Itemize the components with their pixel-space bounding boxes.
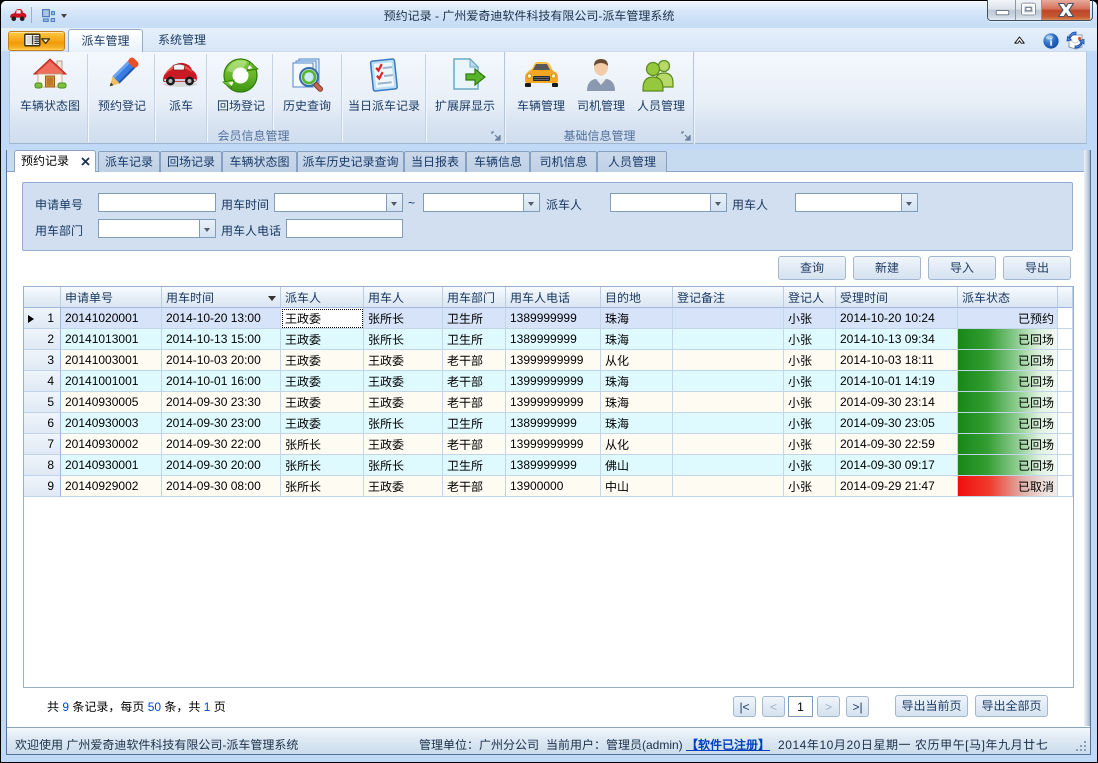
svg-text:i: i [1049, 37, 1052, 49]
